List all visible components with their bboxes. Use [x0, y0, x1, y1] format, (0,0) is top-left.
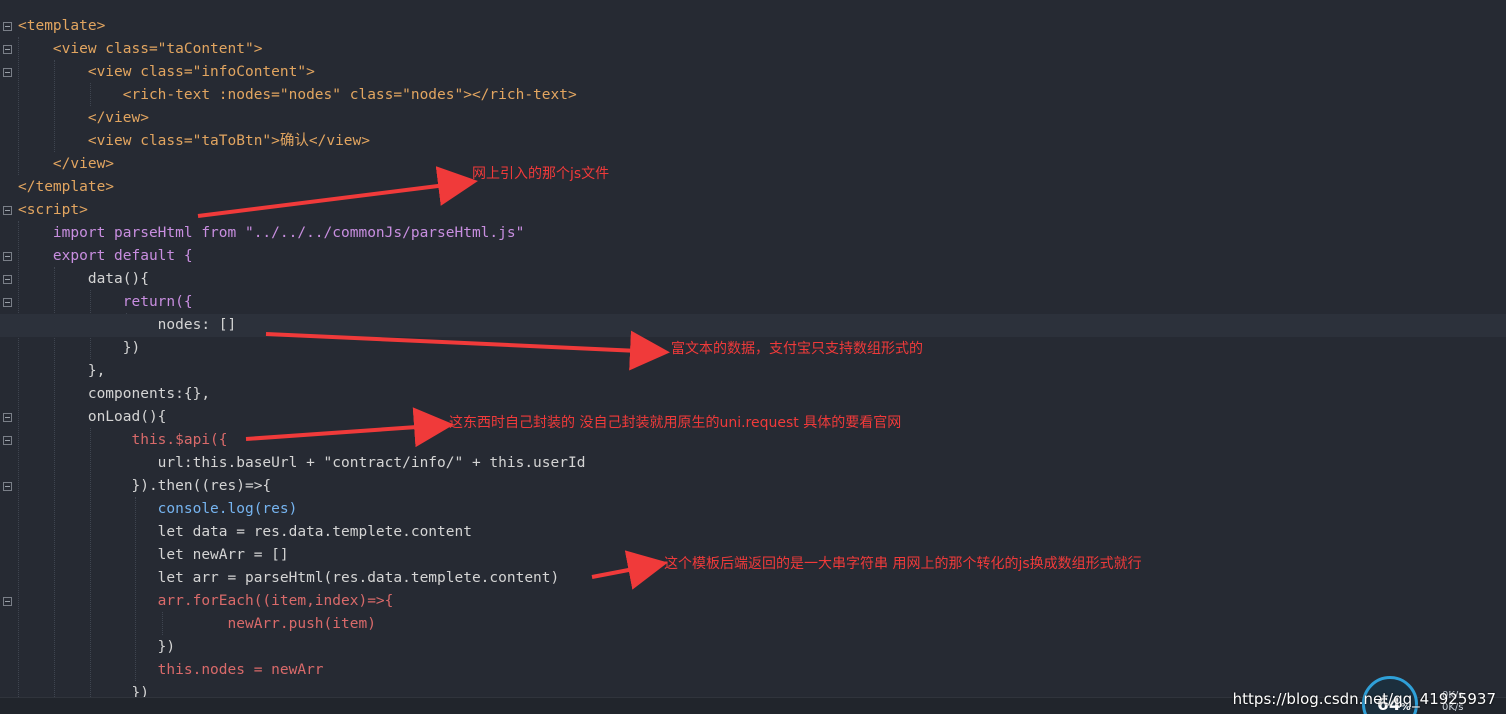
arrow-2: [265, 330, 670, 371]
arrow-4: [591, 550, 668, 590]
arrow-1: [197, 166, 478, 218]
code-editor[interactable]: <template> <view class="taContent"> <vie…: [0, 0, 1506, 714]
annotation-rich-text-data: 富文本的数据，支付宝只支持数组形式的: [671, 341, 923, 357]
annotation-template-string: 这个模板后端返回的是一大串字符串 用网上的那个转化的js换成数组形式就行: [664, 556, 1142, 572]
arrow-3: [245, 407, 454, 448]
annotation-api-wrapper: 这东西时自己封装的 没自己封装就用原生的uni.request 具体的要看官网: [449, 415, 902, 431]
watermark-url: https://blog.csdn.net/qq_41925937: [1232, 690, 1496, 708]
annotation-js-file: 网上引入的那个js文件: [472, 166, 610, 182]
